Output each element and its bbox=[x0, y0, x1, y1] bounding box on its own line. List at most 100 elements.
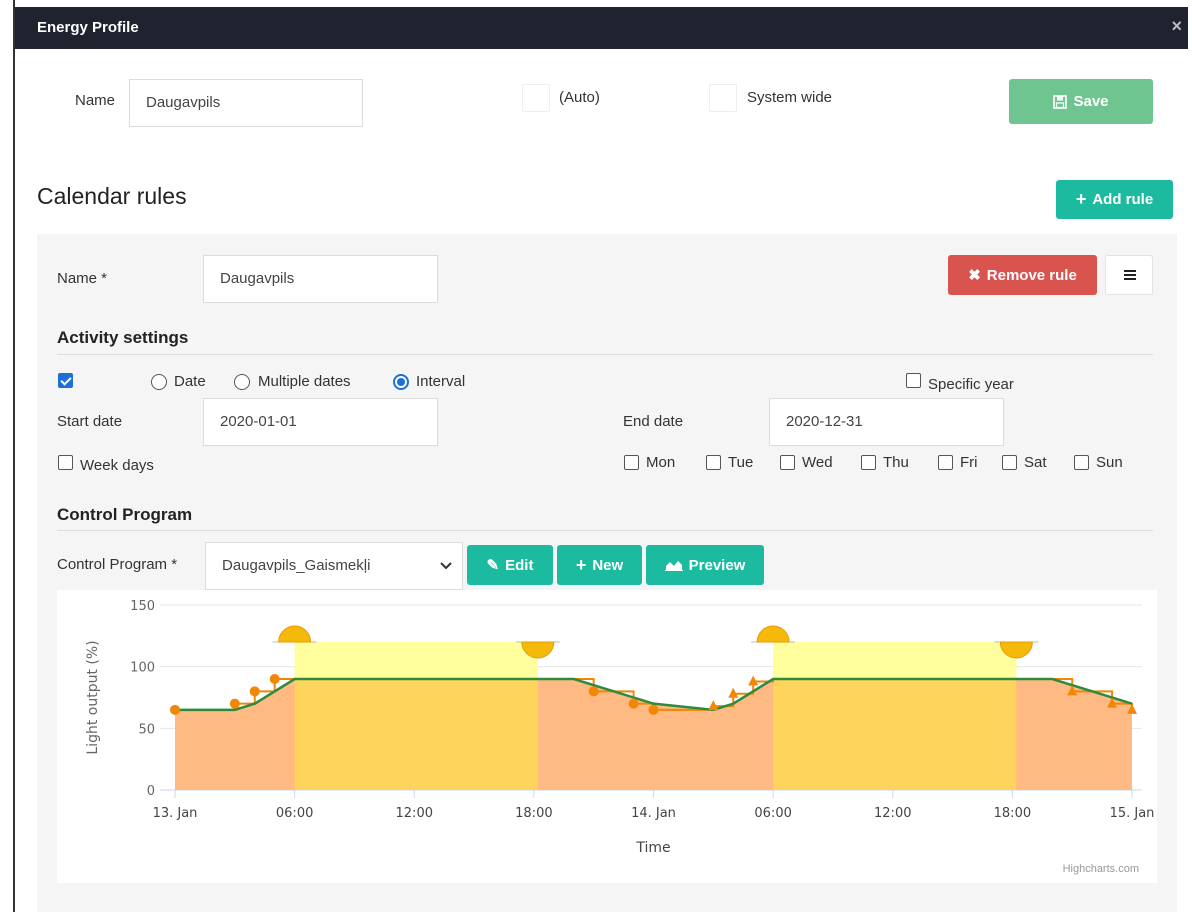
data-point bbox=[170, 704, 180, 715]
y-axis-title: Light output (%) bbox=[85, 640, 101, 754]
energy-profile-dialog: Energy Profile × Name Daugavpils (Auto) … bbox=[13, 0, 1188, 912]
day-area bbox=[773, 679, 1017, 790]
plus-icon: + bbox=[1075, 189, 1087, 209]
add-rule-button[interactable]: + Add rule bbox=[1056, 180, 1173, 219]
day-thu-label: Thu bbox=[883, 454, 909, 471]
close-icon[interactable]: × bbox=[1171, 16, 1182, 37]
save-button[interactable]: Save bbox=[1009, 79, 1153, 124]
end-date-label: End date bbox=[623, 413, 684, 430]
system-wide-label: System wide bbox=[747, 89, 833, 106]
remove-rule-label: Remove rule bbox=[986, 266, 1077, 284]
plus-icon: + bbox=[575, 554, 587, 575]
specific-year-label: Specific year bbox=[928, 376, 1014, 393]
day-fri-label: Fri bbox=[960, 454, 978, 471]
day-sat-label: Sat bbox=[1024, 454, 1047, 471]
dialog-titlebar: Energy Profile × bbox=[15, 7, 1188, 49]
list-icon bbox=[1124, 270, 1136, 280]
edit-icon: ✎ bbox=[486, 557, 500, 574]
sunrise-icon bbox=[278, 625, 312, 643]
end-date-input[interactable]: 2020-12-31 bbox=[769, 398, 1004, 446]
system-wide-checkbox[interactable] bbox=[709, 84, 737, 112]
data-point bbox=[588, 686, 599, 697]
x-tick-label: 18:00 bbox=[515, 806, 552, 821]
y-tick-label: 100 bbox=[130, 661, 155, 676]
auto-checkbox[interactable] bbox=[522, 84, 550, 112]
add-rule-label: Add rule bbox=[1092, 191, 1154, 208]
day-band bbox=[294, 642, 538, 679]
week-days-label: Week days bbox=[80, 457, 154, 474]
y-tick-label: 0 bbox=[147, 784, 155, 799]
data-point bbox=[628, 698, 639, 709]
mode-interval-radio[interactable] bbox=[393, 374, 409, 390]
profile-name-input[interactable]: Daugavpils bbox=[129, 79, 363, 127]
floppy-icon bbox=[1053, 94, 1068, 109]
new-label: New bbox=[592, 556, 624, 574]
data-point bbox=[229, 698, 240, 709]
mode-multiple-label: Multiple dates bbox=[258, 373, 351, 390]
x-tick-label: 13. Jan bbox=[153, 806, 198, 821]
activity-divider bbox=[57, 354, 1153, 355]
rule-menu-button[interactable] bbox=[1105, 255, 1153, 295]
day-sun-label: Sun bbox=[1096, 454, 1123, 471]
preview-button[interactable]: Preview bbox=[646, 545, 764, 585]
calendar-title: Calendar rules bbox=[37, 183, 187, 209]
data-point bbox=[648, 704, 659, 715]
data-point bbox=[708, 700, 719, 711]
sunrise-icon bbox=[756, 625, 790, 643]
data-point bbox=[728, 687, 739, 698]
program-select[interactable]: Daugavpils_Gaismekļi bbox=[205, 542, 463, 590]
dialog-title: Energy Profile bbox=[37, 19, 139, 36]
program-select-value: Daugavpils_Gaismekļi bbox=[222, 557, 371, 574]
day-wed-label: Wed bbox=[802, 454, 833, 471]
new-button[interactable]: + New bbox=[557, 545, 642, 585]
activity-settings-title: Activity settings bbox=[57, 328, 189, 347]
x-axis-title: Time bbox=[635, 840, 670, 856]
day-tue-checkbox[interactable] bbox=[706, 455, 721, 470]
program-label: Control Program * bbox=[57, 556, 178, 573]
save-label: Save bbox=[1073, 93, 1109, 110]
day-mon-checkbox[interactable] bbox=[624, 455, 639, 470]
x-tick-label: 18:00 bbox=[994, 806, 1031, 821]
week-days-checkbox[interactable] bbox=[58, 455, 73, 470]
chart-svg: 0 50 100 150 13. Jan 06:00 12:00 18:00 14. Jan 06… bbox=[85, 599, 1155, 856]
x-tick-label: 12:00 bbox=[396, 806, 433, 821]
edit-button[interactable]: ✎ Edit bbox=[467, 545, 553, 585]
x-tick-label: 15. Jan bbox=[1110, 806, 1155, 821]
auto-label: (Auto) bbox=[559, 89, 600, 106]
mode-date-radio[interactable] bbox=[151, 374, 167, 390]
y-tick-label: 50 bbox=[138, 722, 155, 737]
light-output-chart: 0 50 100 150 13. Jan 06:00 12:00 18:00 14. Jan 06… bbox=[57, 590, 1157, 883]
preview-label: Preview bbox=[688, 556, 746, 574]
day-area bbox=[294, 679, 538, 790]
x-tick-label: 06:00 bbox=[276, 806, 313, 821]
data-point bbox=[249, 686, 260, 697]
mode-date-label: Date bbox=[174, 373, 206, 390]
day-fri-checkbox[interactable] bbox=[938, 455, 953, 470]
x-tick-label: 14. Jan bbox=[631, 806, 676, 821]
chart-credit: Highcharts.com bbox=[1062, 863, 1139, 875]
day-mon-label: Mon bbox=[646, 454, 676, 471]
control-program-title: Control Program bbox=[57, 505, 193, 524]
rule-name-label: Name * bbox=[57, 270, 108, 287]
start-date-label: Start date bbox=[57, 413, 123, 430]
remove-rule-button[interactable]: ✖ Remove rule bbox=[948, 255, 1097, 295]
mode-multiple-radio[interactable] bbox=[234, 374, 250, 390]
area-chart-icon bbox=[664, 561, 683, 571]
day-sat-checkbox[interactable] bbox=[1002, 455, 1017, 470]
edit-label: Edit bbox=[505, 556, 534, 574]
name-label: Name bbox=[75, 92, 116, 109]
x-tick-label: 12:00 bbox=[874, 806, 911, 821]
day-wed-checkbox[interactable] bbox=[780, 455, 795, 470]
program-divider bbox=[57, 530, 1153, 531]
x-tick-label: 06:00 bbox=[754, 806, 791, 821]
day-sun-checkbox[interactable] bbox=[1074, 455, 1089, 470]
specific-year-checkbox[interactable] bbox=[906, 373, 921, 388]
mode-interval-label: Interval bbox=[416, 373, 466, 390]
day-band bbox=[773, 642, 1017, 679]
day-tue-label: Tue bbox=[728, 454, 754, 471]
rule-name-input[interactable]: Daugavpils bbox=[203, 255, 438, 303]
start-date-input[interactable]: 2020-01-01 bbox=[203, 398, 438, 446]
x-icon: ✖ bbox=[968, 267, 981, 284]
day-thu-checkbox[interactable] bbox=[861, 455, 876, 470]
rule-active-checkbox[interactable] bbox=[58, 373, 73, 388]
